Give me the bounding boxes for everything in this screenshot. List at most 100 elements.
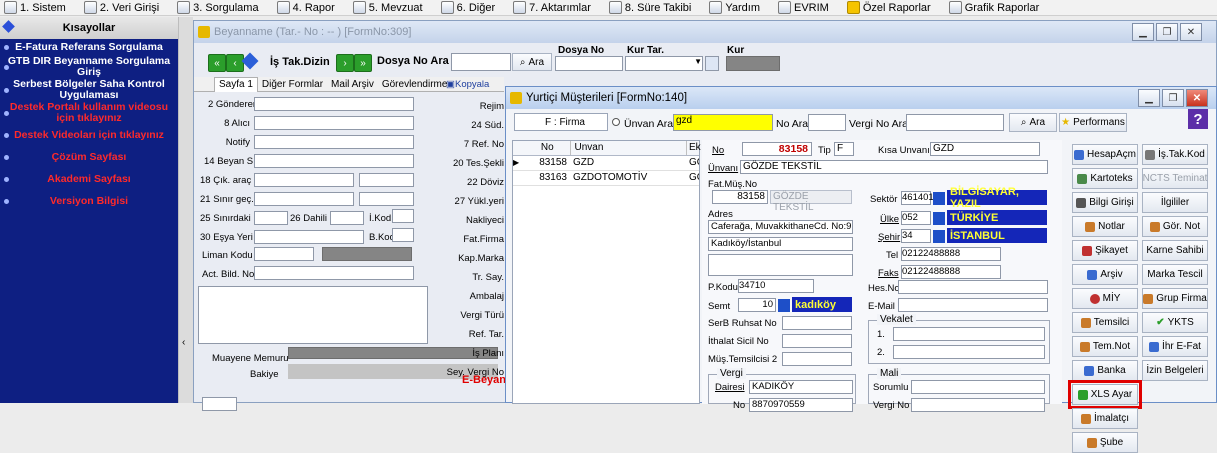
alici-input[interactable] <box>254 116 414 130</box>
dosya-no-input[interactable] <box>555 56 623 71</box>
nav-prev-button[interactable]: ‹ <box>226 54 244 72</box>
gor-not-button[interactable]: Gör. Not <box>1142 216 1208 237</box>
tab-diger-formlar[interactable]: Diğer Formlar <box>258 78 327 92</box>
sidebar-item-efatura[interactable]: E-Fatura Referans Sorgulama <box>0 39 178 55</box>
email-input[interactable] <box>898 298 1048 312</box>
b-kod-input[interactable] <box>392 228 414 242</box>
menu-yardim[interactable]: Yardım <box>705 1 760 14</box>
sektor-code-input[interactable]: 461401 <box>901 191 934 205</box>
kopyala-button[interactable]: ▣Kopyala <box>446 79 489 90</box>
vergi-dairesi-input[interactable]: KADIKÖY <box>749 380 853 394</box>
dialog-maximize-button[interactable]: ❐ <box>1162 89 1184 107</box>
menu-rapor[interactable]: 4. Rapor <box>273 1 335 14</box>
sidebar-item-cozum[interactable]: Çözüm Sayfası <box>0 146 178 168</box>
tab-gorevlendirme[interactable]: Görevlendirme <box>378 78 452 92</box>
maximize-button[interactable]: ❐ <box>1156 23 1178 41</box>
liman-kodu-input[interactable] <box>254 247 314 261</box>
mali-sorumlu-input[interactable] <box>911 380 1045 394</box>
vekalet-2-input[interactable] <box>893 345 1045 359</box>
act-bild-no-input[interactable] <box>254 266 414 280</box>
lookup-icon[interactable] <box>933 230 945 243</box>
xls-ayar-button[interactable]: XLS Ayar <box>1068 380 1142 409</box>
nav-prev-prev-button[interactable]: « <box>208 54 226 72</box>
cikis-arac-input[interactable] <box>254 173 354 187</box>
adres-line1-input[interactable]: Caferağa, MuvakkithaneCd. No:9 <box>708 220 853 234</box>
miy-button[interactable]: MİY <box>1072 288 1138 309</box>
sidebar-item-gtb[interactable]: GTB DIR Beyanname Sorgulama Giriş <box>0 55 178 78</box>
vergi-no-input[interactable]: 8870970559 <box>749 398 853 412</box>
menu-ozel-raporlar[interactable]: Özel Raporlar <box>843 1 931 14</box>
menu-sure-takibi[interactable]: 8. Süre Takibi <box>605 1 691 14</box>
menu-diger[interactable]: 6. Diğer <box>437 1 495 14</box>
no-input[interactable]: 83158 <box>742 142 812 156</box>
minimize-button[interactable]: ▁ <box>1132 23 1154 41</box>
lookup-icon[interactable] <box>933 192 945 205</box>
fat-mus-no-input[interactable]: 83158 <box>712 190 768 204</box>
dialog-minimize-button[interactable]: ▁ <box>1138 89 1160 107</box>
kisa-unvan-input[interactable]: GZD <box>930 142 1040 156</box>
cikis-arac-2-input[interactable] <box>359 173 414 187</box>
close-button[interactable]: ✕ <box>1180 23 1202 41</box>
menu-evrim[interactable]: EVRIM <box>774 1 829 14</box>
ulke-code-input[interactable]: 052 <box>901 211 931 225</box>
sidebar-item-destek-videolari[interactable]: Destek Videoları için tıklayınız <box>0 124 178 146</box>
adres-line3-input[interactable] <box>708 254 853 276</box>
tab-sayfa1[interactable]: Sayfa 1 <box>214 77 258 92</box>
is-tak-dizin-label[interactable]: İş Tak.Dizin <box>270 56 330 68</box>
sinirdaki-input[interactable] <box>254 211 288 225</box>
banka-button[interactable]: Banka <box>1072 360 1138 381</box>
bilgi-girisi-button[interactable]: Bilgi Girişi <box>1072 192 1138 213</box>
sidebar-item-serbest-bolgeler[interactable]: Serbest Bölgeler Saha Kontrol Uygulaması <box>0 78 178 101</box>
column-header[interactable]: Unvan <box>571 141 688 155</box>
sinir-gec-2-input[interactable] <box>359 192 414 206</box>
ncts-teminat-button[interactable]: NCTS Teminat <box>1142 168 1208 189</box>
gonderen-input[interactable] <box>254 97 414 111</box>
dialog-close-button[interactable]: ✕ <box>1186 89 1208 107</box>
hesap-acm-button[interactable]: HesapAçm <box>1072 144 1138 165</box>
sidebar-item-akademi[interactable]: Akademi Sayfası <box>0 168 178 190</box>
nav-next-next-button[interactable]: » <box>354 54 372 72</box>
menu-mevzuat[interactable]: 5. Mevzuat <box>349 1 423 14</box>
sidebar-item-versiyon[interactable]: Versiyon Bilgisi <box>0 190 178 212</box>
dahili-input[interactable] <box>330 211 364 225</box>
menu-sorgulama[interactable]: 3. Sorgulama <box>173 1 259 14</box>
hesno-input[interactable] <box>898 280 1048 294</box>
help-icon[interactable]: ? <box>1188 109 1208 129</box>
calendar-icon[interactable] <box>705 56 719 71</box>
sinir-gec-input[interactable] <box>254 192 354 206</box>
notify-input[interactable] <box>254 135 414 149</box>
sehir-code-input[interactable]: 34 <box>901 229 931 243</box>
ykts-button[interactable]: ✔ YKTS <box>1142 312 1208 333</box>
notes-textarea[interactable] <box>198 286 428 344</box>
no-ara-input[interactable] <box>808 114 846 131</box>
tem-not-button[interactable]: Tem.Not <box>1072 336 1138 357</box>
sikayet-button[interactable]: Şikayet <box>1072 240 1138 261</box>
tip-input[interactable]: F <box>834 142 854 156</box>
mus-temsilcisi-input[interactable] <box>782 352 852 366</box>
lookup-icon[interactable] <box>778 299 790 312</box>
diamond-icon[interactable] <box>241 52 259 70</box>
tel-input[interactable]: 02122488888 <box>901 247 1001 261</box>
table-row[interactable]: ▶ 83158 GZD GÖ <box>513 156 699 171</box>
serb-ruhsat-input[interactable] <box>782 316 852 330</box>
is-tak-kod-button[interactable]: İş.Tak.Kod <box>1142 144 1208 165</box>
table-row[interactable]: 83163 GZDOTOMOTİV GÖ <box>513 171 699 186</box>
ara-button[interactable]: ⌕ Ara <box>512 53 552 71</box>
sidebar-splitter[interactable]: ‹ <box>178 17 193 403</box>
sidebar-item-destek-portali[interactable]: Destek Portalı kullanım videosu için tık… <box>0 101 178 124</box>
vekalet-1-input[interactable] <box>893 327 1045 341</box>
unvan-input[interactable]: GÖZDE TEKSTİL <box>740 160 1048 174</box>
sube-button[interactable]: Şube <box>1072 432 1138 453</box>
grup-firma-button[interactable]: Grup Firma <box>1142 288 1208 309</box>
temsilci-button[interactable]: Temsilci <box>1072 312 1138 333</box>
menu-grafik-raporlar[interactable]: Grafik Raporlar <box>945 1 1039 14</box>
dosya-no-ara-input[interactable] <box>451 53 511 71</box>
beyan-sahibi-input[interactable] <box>254 154 414 168</box>
esya-yeri-input[interactable] <box>254 230 364 244</box>
ithalat-sicil-input[interactable] <box>782 334 852 348</box>
imalatci-button[interactable]: İmalatçı <box>1072 408 1138 429</box>
ihr-efat-button[interactable]: İhr E-Fat <box>1142 336 1208 357</box>
dialog-ara-button[interactable]: ⌕ Ara <box>1009 113 1057 132</box>
arsiv-button[interactable]: Arşiv <box>1072 264 1138 285</box>
menu-sistem[interactable]: 1. Sistem <box>0 1 66 14</box>
